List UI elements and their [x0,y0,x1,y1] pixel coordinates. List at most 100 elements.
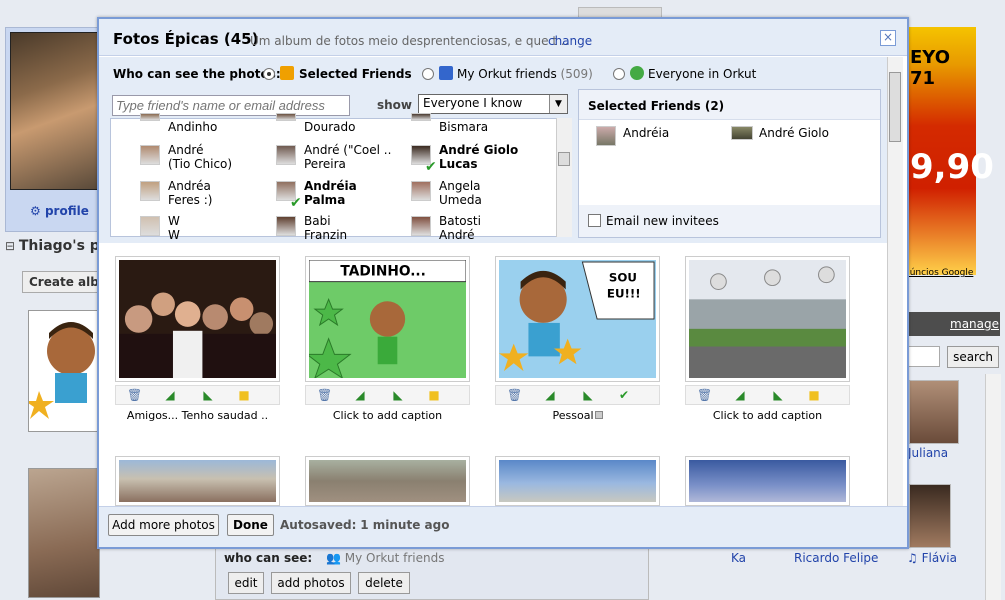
ad-text: EYO 71 [910,47,950,89]
photo-card[interactable]: SOU EU!!! [495,256,660,382]
rotate-left-icon[interactable]: ◢ [353,388,367,402]
photo-card[interactable] [305,456,470,506]
profile-link[interactable]: ⚙ profile [30,204,89,218]
show-filter-select[interactable]: Everyone I know [418,94,568,114]
trash-icon[interactable]: 🗑 [127,388,142,402]
friend-name-link[interactable]: Juliana [908,446,948,460]
manage-link[interactable]: manage [950,317,999,331]
option-my-orkut-friends[interactable]: My Orkut friends (509) [457,67,593,81]
friend-name: Babi [304,214,331,228]
friend-item[interactable]: André (Tio Chico) [168,143,232,171]
rotate-right-icon[interactable]: ◣ [201,388,215,402]
rotate-left-icon[interactable]: ◢ [733,388,747,402]
friend-name: Angela [439,179,481,193]
friend-name-link[interactable]: ♫ Flávia [907,551,957,565]
friend-item[interactable]: Batosti André [439,214,481,242]
friend-avatar[interactable] [411,113,431,121]
photo-card[interactable] [495,456,660,506]
rotate-left-icon[interactable]: ◢ [163,388,177,402]
selected-friend[interactable]: Andréia [623,126,669,140]
email-invitees-checkbox[interactable] [588,214,601,227]
collapse-icon[interactable]: ⊟ [5,239,19,253]
friend-avatar[interactable] [140,145,160,165]
selected-friend[interactable]: André Giolo [759,126,829,140]
advertisement-banner[interactable]: EYO 71 9,90 [904,27,994,275]
add-more-photos-button[interactable]: Add more photos [108,514,219,536]
friend-item[interactable]: Dourado [304,120,355,134]
friend-avatar[interactable] [411,216,431,236]
radio-my-orkut-friends[interactable] [422,68,434,80]
create-album-button[interactable]: Create albu [22,271,102,293]
photo-caption[interactable]: Click to add caption [685,409,850,422]
rotate-left-icon[interactable]: ◢ [543,388,557,402]
option-selected-friends[interactable]: Selected Friends [299,67,412,81]
album-cover-icon[interactable]: ■ [237,388,251,402]
friend-item[interactable]: André Giolo Lucas [439,143,518,171]
rotate-right-icon[interactable]: ◣ [771,388,785,402]
trash-icon[interactable]: 🗑 [507,388,522,402]
photo-image [119,460,276,502]
done-button[interactable]: Done [227,514,274,536]
album-cover-checked-icon[interactable]: ✔ [617,388,631,402]
friend-name: André Giolo [439,143,519,157]
scrollbar[interactable] [985,374,1001,600]
album-section-header: ⊟ Thiago's p [5,238,100,258]
friend-avatar[interactable] [276,216,296,236]
album-cover-thumb[interactable] [28,468,100,598]
scrollbar-thumb[interactable] [558,152,570,166]
friend-item[interactable]: Angela Umeda [439,179,482,207]
profile-photo[interactable] [10,32,98,190]
close-icon[interactable]: × [880,30,896,46]
email-invitees-label: Email new invitees [606,214,719,228]
friend-avatar[interactable] [276,113,296,121]
photo-card[interactable] [685,456,850,506]
friend-item[interactable]: Babi Franzin [304,214,347,242]
photo-card[interactable] [115,256,280,382]
friend-photo[interactable] [909,380,959,444]
option-everyone[interactable]: Everyone in Orkut [648,67,756,81]
friend-avatar[interactable] [140,216,160,236]
photo-card[interactable] [115,456,280,506]
friend-item[interactable]: Bismara [439,120,488,134]
search-button[interactable]: search [947,346,999,368]
delete-button[interactable]: delete [358,572,410,594]
photo-caption[interactable]: Click to add caption [305,409,470,422]
scrollbar[interactable] [556,118,572,237]
radio-everyone[interactable] [613,68,625,80]
friend-photo[interactable] [909,484,951,548]
edit-button[interactable]: edit [228,572,264,594]
photo-card[interactable] [685,256,850,382]
friend-item[interactable]: WW [168,214,180,242]
friend-avatar[interactable] [411,181,431,201]
rotate-right-icon[interactable]: ◣ [581,388,595,402]
photo-caption[interactable]: Pessoal [495,409,660,422]
section-title: Thiago's p [18,238,100,254]
photo-card[interactable]: TADINHO... [305,256,470,382]
friends-search-input[interactable] [904,346,940,367]
rotate-right-icon[interactable]: ◣ [391,388,405,402]
friend-avatar[interactable] [140,181,160,201]
trash-icon[interactable]: 🗑 [317,388,332,402]
album-cover-icon[interactable]: ■ [807,388,821,402]
friend-name-link[interactable]: Ka [731,551,746,565]
check-icon: ✔ [425,159,437,175]
album-cover-thumb[interactable] [25,310,100,432]
friend-name-link[interactable]: Ricardo Felipe [794,551,878,565]
album-cover-icon[interactable]: ■ [427,388,441,402]
friend-avatar[interactable] [276,145,296,165]
photo-caption[interactable]: Amigos... Tenho saudad .. [115,409,280,422]
friend-avatar [731,126,753,140]
friend-item[interactable]: Andréa Feres :) [168,179,212,207]
friend-name-line2: André [439,228,475,242]
change-link[interactable]: change [548,34,592,48]
friend-item[interactable]: Andréia Palma [304,179,357,207]
ad-note-link[interactable]: núncios Google [904,268,973,278]
friend-item[interactable]: Andinho [168,120,217,134]
trash-icon[interactable]: 🗑 [697,388,712,402]
friend-avatar[interactable] [140,113,160,121]
friend-item[interactable]: André ("Coel .. Pereira [304,143,391,171]
chevron-down-icon[interactable]: ▼ [549,95,567,113]
radio-selected-friends[interactable] [263,68,275,80]
add-photos-button[interactable]: add photos [271,572,351,594]
scrollbar-thumb[interactable] [889,72,901,142]
